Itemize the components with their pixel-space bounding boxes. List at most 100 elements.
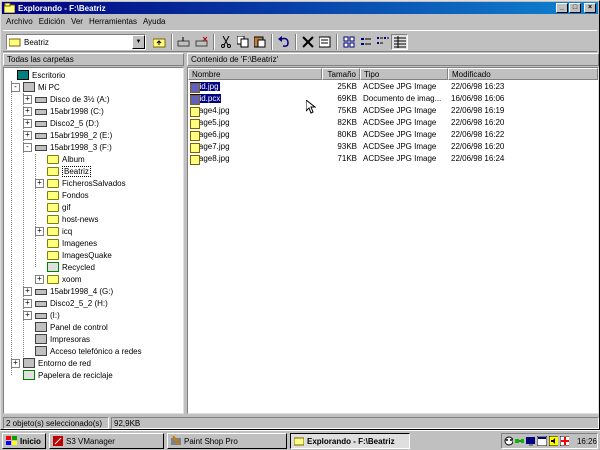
panda-antivirus-icon[interactable] — [504, 436, 514, 446]
tree-item[interactable]: Disco2_5_2 (H:) — [35, 297, 108, 309]
display-settings-icon[interactable] — [526, 436, 536, 446]
first-aid-icon[interactable] — [559, 436, 569, 446]
start-button[interactable]: Inicio — [2, 433, 46, 449]
expand-icon[interactable]: + — [35, 227, 44, 236]
tree-item[interactable]: 15abr1998 (C:) — [35, 105, 104, 117]
tree-item[interactable]: (I:) — [35, 309, 60, 321]
collapse-icon[interactable]: - — [11, 83, 20, 92]
tree-item[interactable]: Mi PC — [23, 81, 60, 93]
folder-icon — [47, 178, 59, 188]
tree-item[interactable]: Fondos — [47, 189, 89, 201]
file-list[interactable]: Nombre Tamaño Tipo Modificado acid.jpg 25… — [187, 67, 599, 414]
tree-item[interactable]: Entorno de red — [23, 357, 91, 369]
menu-edicion[interactable]: Edición — [36, 17, 68, 26]
expand-icon[interactable]: + — [23, 107, 32, 116]
menu-ayuda[interactable]: Ayuda — [140, 17, 169, 26]
tree-item[interactable]: Papelera de reciclaje — [23, 369, 113, 381]
expand-icon[interactable]: + — [23, 287, 32, 296]
tree-item[interactable]: Beatriz — [47, 165, 91, 177]
tree-item-label: Album — [62, 154, 85, 164]
map-drive-button[interactable] — [175, 34, 192, 50]
delete-button[interactable] — [299, 34, 316, 50]
task-explorer[interactable]: Explorando - F:\Beatriz — [290, 433, 410, 449]
tree-item[interactable]: icq — [47, 225, 72, 237]
tree-item-label: Mi PC — [38, 82, 60, 92]
file-row[interactable]: acid.jpg 25KB ACDSee JPG Image 22/06/98 16:… — [188, 81, 598, 93]
task-s3-vmanager[interactable]: S3 VManager — [49, 433, 164, 449]
tree-item[interactable]: host-news — [47, 213, 98, 225]
tree-item[interactable]: gif — [47, 201, 70, 213]
cut-button[interactable] — [217, 34, 234, 50]
menu-archivo[interactable]: Archivo — [3, 17, 36, 26]
maximize-button[interactable]: □ — [569, 3, 581, 13]
tree-item[interactable]: 15abr1998_3 (F:) — [35, 141, 112, 153]
file-name-cell: Image6.jpg — [190, 130, 230, 141]
expand-icon[interactable]: + — [11, 359, 20, 368]
title-bar[interactable]: Explorando - F:\Beatriz _ □ × — [2, 2, 598, 14]
tree-item-label: xoom — [62, 274, 82, 284]
address-combo[interactable]: Beatriz ▼ — [6, 34, 146, 50]
tree-item[interactable]: Album — [47, 153, 85, 165]
menu-ver[interactable]: Ver — [68, 17, 86, 26]
collapse-icon[interactable]: - — [23, 143, 32, 152]
tree-item-label: Papelera de reciclaje — [38, 370, 113, 380]
column-header-type[interactable]: Tipo — [360, 68, 448, 80]
file-row[interactable]: Image8.jpg 71KB ACDSee JPG Image 22/06/98 1… — [188, 153, 598, 165]
column-header-size[interactable]: Tamaño — [322, 68, 360, 80]
tree-item[interactable]: Impresoras — [35, 333, 90, 345]
properties-button[interactable] — [316, 34, 333, 50]
expand-icon[interactable]: + — [23, 95, 32, 104]
menu-herramientas[interactable]: Herramientas — [86, 17, 140, 26]
tree-item[interactable]: Recycled — [47, 261, 95, 273]
folder-icon — [47, 202, 59, 212]
file-row[interactable]: acid.pcx 69KB Documento de imag... 16/06/98… — [188, 93, 598, 105]
properties-icon — [318, 36, 330, 48]
column-header-modified[interactable]: Modificado — [448, 68, 598, 80]
expand-icon[interactable]: + — [35, 275, 44, 284]
tree-item[interactable]: FicherosSalvados — [47, 177, 126, 189]
expand-icon[interactable]: + — [35, 179, 44, 188]
folder-icon — [47, 250, 59, 260]
tree-item[interactable]: Disco de 3½ (A:) — [35, 93, 110, 105]
details-view-button[interactable] — [391, 34, 408, 50]
tree-item[interactable]: 15abr1998_4 (G:) — [35, 285, 113, 297]
expand-icon[interactable]: + — [23, 119, 32, 128]
up-folder-button[interactable] — [151, 34, 168, 50]
paste-button[interactable] — [251, 34, 268, 50]
copy-button[interactable] — [234, 34, 251, 50]
volume-icon[interactable] — [548, 436, 558, 446]
task-paint-shop-pro[interactable]: Paint Shop Pro — [167, 433, 287, 449]
tree-item[interactable]: Panel de control — [35, 321, 108, 333]
large-icons-button[interactable] — [340, 34, 357, 50]
file-row[interactable]: Image5.jpg 82KB ACDSee JPG Image 22/06/98 1… — [188, 117, 598, 129]
network-status-icon[interactable] — [515, 436, 525, 446]
expand-icon[interactable]: + — [23, 311, 32, 320]
small-icons-button[interactable] — [357, 34, 374, 50]
expand-icon[interactable]: + — [23, 131, 32, 140]
file-modified: 22/06/98 16:20 — [451, 142, 505, 151]
tree-item[interactable]: Imagenes — [47, 237, 97, 249]
file-row[interactable]: Image6.jpg 80KB ACDSee JPG Image 22/06/98 1… — [188, 129, 598, 141]
file-modified: 22/06/98 16:23 — [451, 82, 505, 91]
list-view-button[interactable] — [374, 34, 391, 50]
minimize-button[interactable]: _ — [556, 3, 568, 13]
tree-item-label: Disco2_5_2 (H:) — [50, 298, 108, 308]
file-row[interactable]: Image4.jpg 75KB ACDSee JPG Image 22/06/98 1… — [188, 105, 598, 117]
schedule-icon[interactable] — [537, 436, 547, 446]
tree-item[interactable]: ImagesQuake — [47, 249, 112, 261]
expand-icon[interactable]: + — [23, 299, 32, 308]
column-header-name[interactable]: Nombre — [188, 68, 322, 80]
chevron-down-icon[interactable]: ▼ — [132, 35, 145, 49]
folder-tree[interactable]: Escritorio Mi PC - Disco de 3½ (A:) +15abr19… — [3, 67, 184, 414]
tree-item[interactable]: 15abr1998_2 (E:) — [35, 129, 112, 141]
tree-item[interactable]: xoom — [47, 273, 82, 285]
tree-item[interactable]: Acceso telefónico a redes — [35, 345, 142, 357]
undo-button[interactable] — [275, 34, 292, 50]
file-row[interactable]: Image7.jpg 93KB ACDSee JPG Image 22/06/98 1… — [188, 141, 598, 153]
tree-item[interactable]: Escritorio — [17, 69, 65, 81]
tree-item-label: 15abr1998_2 (E:) — [50, 130, 113, 140]
close-button[interactable]: × — [584, 3, 596, 13]
tree-item[interactable]: Disco2_5 (D:) — [35, 117, 99, 129]
disconnect-drive-button[interactable] — [193, 34, 210, 50]
toolbar-separator — [336, 34, 338, 50]
